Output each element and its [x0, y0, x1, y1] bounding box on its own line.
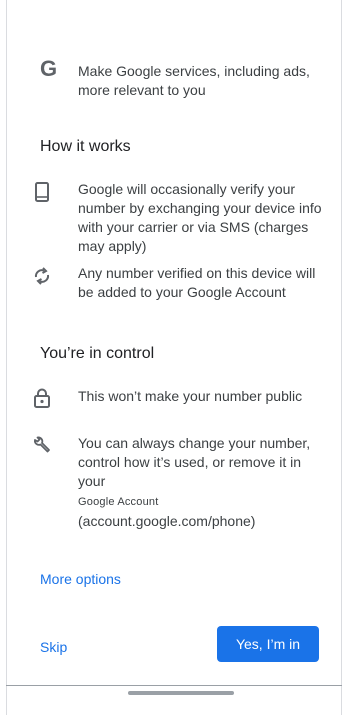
phone-icon	[30, 180, 54, 204]
home-indicator[interactable]	[128, 691, 234, 695]
more-options-link[interactable]: More options	[40, 571, 121, 587]
sync-icon	[30, 264, 54, 288]
intro-text: Make Google services, including ads, mor…	[78, 63, 310, 98]
in-control-heading: You’re in control	[40, 345, 155, 362]
account-url: (account.google.com/phone)	[78, 513, 256, 529]
manage-number-text: You can always change your number, contr…	[78, 434, 323, 531]
skip-button[interactable]: Skip	[40, 639, 67, 655]
verify-number-text: Google will occasionally verify your num…	[78, 181, 322, 254]
manage-number-main: You can always change your number, contr…	[78, 435, 311, 489]
how-it-works-heading: How it works	[40, 138, 131, 155]
confirm-button[interactable]: Yes, I’m in	[217, 626, 319, 662]
account-link-text: Any number verified on this device will …	[78, 265, 316, 300]
google-logo-icon: G	[40, 56, 58, 81]
wrench-icon	[30, 433, 54, 457]
google-account-label: Google Account	[78, 496, 159, 508]
lock-icon	[30, 386, 54, 410]
bottom-divider	[6, 685, 342, 686]
privacy-text: This won’t make your number public	[78, 388, 303, 404]
